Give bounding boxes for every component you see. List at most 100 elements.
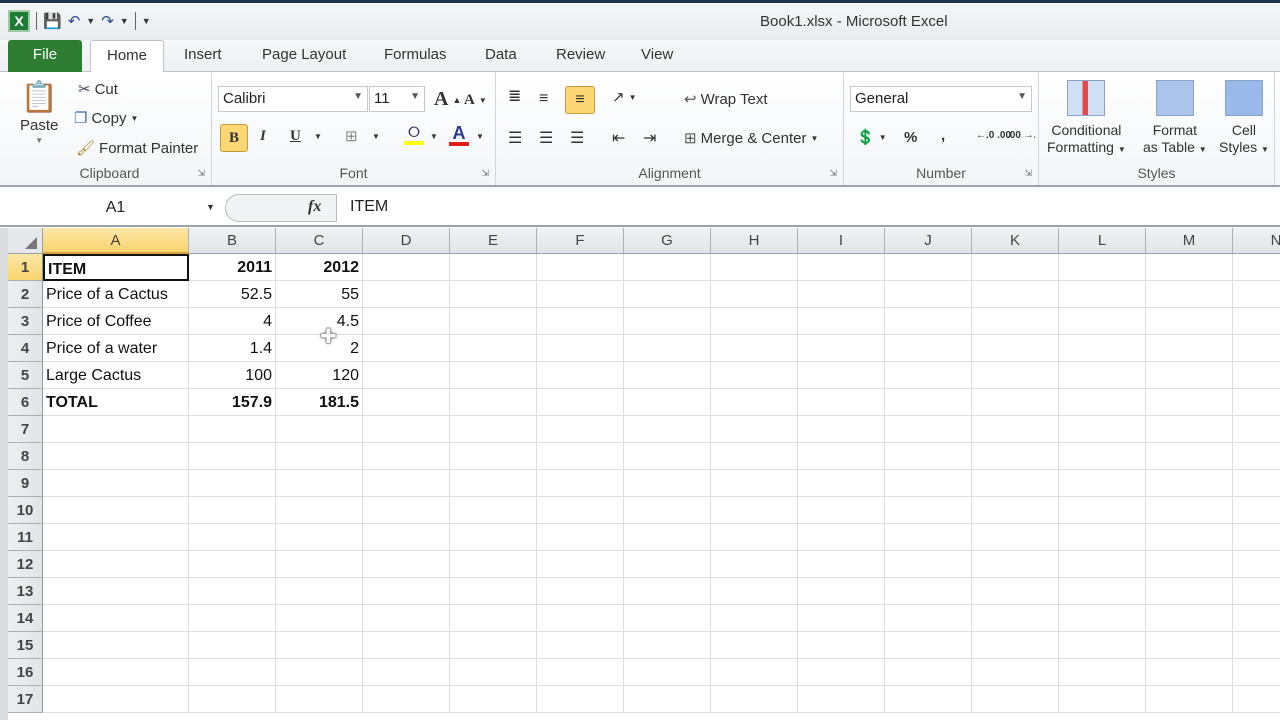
row-header-3[interactable]: 3 <box>8 308 43 335</box>
cell-m15[interactable] <box>1146 632 1233 659</box>
cell-g1[interactable] <box>624 254 711 281</box>
increase-indent-button[interactable]: ⇥ <box>643 128 656 148</box>
name-box[interactable]: A1 <box>8 195 223 221</box>
cell-k6[interactable] <box>972 389 1059 416</box>
cell-i13[interactable] <box>798 578 885 605</box>
cell-k4[interactable] <box>972 335 1059 362</box>
cell-i1[interactable] <box>798 254 885 281</box>
cell-l13[interactable] <box>1059 578 1146 605</box>
cell-k5[interactable] <box>972 362 1059 389</box>
column-header-g[interactable]: G <box>624 228 711 254</box>
cell-n11[interactable] <box>1233 524 1280 551</box>
cell-f11[interactable] <box>537 524 624 551</box>
tab-formulas[interactable]: Formulas <box>384 46 447 63</box>
row-header-5[interactable]: 5 <box>8 362 43 389</box>
cell-styles-button[interactable]: Cell Styles ▼ <box>1219 80 1269 158</box>
cell-n2[interactable] <box>1233 281 1280 308</box>
cell-d13[interactable] <box>363 578 450 605</box>
cell-h17[interactable] <box>711 686 798 713</box>
column-header-c[interactable]: C <box>276 228 363 254</box>
cell-j14[interactable] <box>885 605 972 632</box>
cell-i11[interactable] <box>798 524 885 551</box>
cell-k8[interactable] <box>972 443 1059 470</box>
tab-data[interactable]: Data <box>485 46 517 63</box>
cell-h7[interactable] <box>711 416 798 443</box>
cell-b2[interactable]: 52.5 <box>189 281 276 308</box>
cell-k9[interactable] <box>972 470 1059 497</box>
cell-c6[interactable]: 181.5 <box>276 389 363 416</box>
cell-j13[interactable] <box>885 578 972 605</box>
cell-e13[interactable] <box>450 578 537 605</box>
cell-g9[interactable] <box>624 470 711 497</box>
cell-b4[interactable]: 1.4 <box>189 335 276 362</box>
cell-n7[interactable] <box>1233 416 1280 443</box>
font-size-select[interactable]: 11 ▼ <box>369 86 425 112</box>
cell-b3[interactable]: 4 <box>189 308 276 335</box>
cell-i5[interactable] <box>798 362 885 389</box>
cell-m4[interactable] <box>1146 335 1233 362</box>
paste-button[interactable]: 📋 Paste ▼ <box>20 80 58 145</box>
cell-e3[interactable] <box>450 308 537 335</box>
cell-i15[interactable] <box>798 632 885 659</box>
cell-f8[interactable] <box>537 443 624 470</box>
cell-m1[interactable] <box>1146 254 1233 281</box>
fill-color-button[interactable]: ⭘ <box>404 124 424 145</box>
cell-f12[interactable] <box>537 551 624 578</box>
cell-l7[interactable] <box>1059 416 1146 443</box>
cell-k7[interactable] <box>972 416 1059 443</box>
cell-e2[interactable] <box>450 281 537 308</box>
cell-i2[interactable] <box>798 281 885 308</box>
cell-g11[interactable] <box>624 524 711 551</box>
cell-d16[interactable] <box>363 659 450 686</box>
cell-g7[interactable] <box>624 416 711 443</box>
cell-f1[interactable] <box>537 254 624 281</box>
column-header-k[interactable]: K <box>972 228 1059 254</box>
cell-l12[interactable] <box>1059 551 1146 578</box>
select-all-button[interactable] <box>8 228 43 254</box>
redo-dropdown-icon[interactable]: ▼ <box>120 16 129 26</box>
cell-g3[interactable] <box>624 308 711 335</box>
cell-f9[interactable] <box>537 470 624 497</box>
cell-e14[interactable] <box>450 605 537 632</box>
save-icon[interactable]: 💾 <box>43 12 62 30</box>
cell-f4[interactable] <box>537 335 624 362</box>
cell-m3[interactable] <box>1146 308 1233 335</box>
percent-button[interactable]: % <box>904 129 917 146</box>
copy-button[interactable]: ❐ Copy ▼ <box>74 109 138 128</box>
orientation-button[interactable]: ↗ ▼ <box>612 88 637 106</box>
cell-m14[interactable] <box>1146 605 1233 632</box>
cell-j16[interactable] <box>885 659 972 686</box>
cell-f3[interactable] <box>537 308 624 335</box>
cell-a3[interactable]: Price of Coffee <box>43 308 189 335</box>
cell-g17[interactable] <box>624 686 711 713</box>
italic-button[interactable]: I <box>260 128 266 145</box>
cell-d17[interactable] <box>363 686 450 713</box>
cell-c13[interactable] <box>276 578 363 605</box>
cell-k1[interactable] <box>972 254 1059 281</box>
cell-k11[interactable] <box>972 524 1059 551</box>
cell-n5[interactable] <box>1233 362 1280 389</box>
cell-m10[interactable] <box>1146 497 1233 524</box>
cell-h12[interactable] <box>711 551 798 578</box>
cell-n13[interactable] <box>1233 578 1280 605</box>
cell-a8[interactable] <box>43 443 189 470</box>
cell-f5[interactable] <box>537 362 624 389</box>
cell-l15[interactable] <box>1059 632 1146 659</box>
cell-a13[interactable] <box>43 578 189 605</box>
cell-l2[interactable] <box>1059 281 1146 308</box>
cell-j17[interactable] <box>885 686 972 713</box>
bold-button[interactable]: B <box>220 124 248 152</box>
cell-b1[interactable]: 2011 <box>189 254 276 281</box>
cell-h9[interactable] <box>711 470 798 497</box>
cell-l1[interactable] <box>1059 254 1146 281</box>
cell-m16[interactable] <box>1146 659 1233 686</box>
cell-a7[interactable] <box>43 416 189 443</box>
row-header-1[interactable]: 1 <box>8 254 43 281</box>
cell-l11[interactable] <box>1059 524 1146 551</box>
merge-center-button[interactable]: ⊞ Merge & Center ▼ <box>684 129 818 148</box>
cut-button[interactable]: ✂ Cut <box>78 80 118 99</box>
column-header-e[interactable]: E <box>450 228 537 254</box>
row-header-14[interactable]: 14 <box>8 605 43 632</box>
cell-g13[interactable] <box>624 578 711 605</box>
cell-c2[interactable]: 55 <box>276 281 363 308</box>
